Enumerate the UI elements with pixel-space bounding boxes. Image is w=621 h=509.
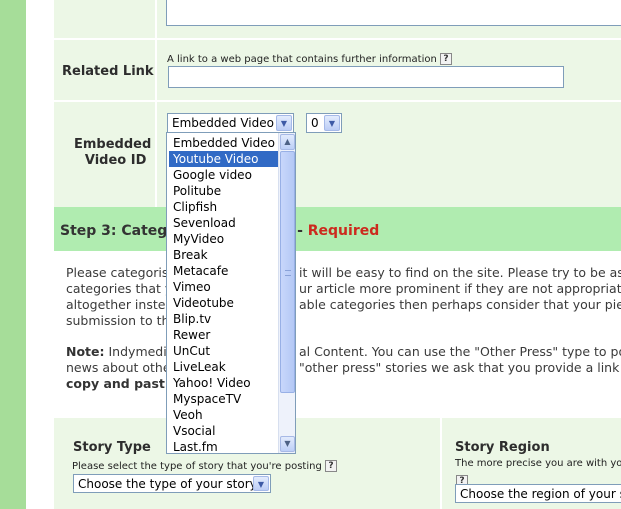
dropdown-option[interactable]: Videotube — [169, 295, 278, 311]
dropdown-option[interactable]: Vsocial — [169, 423, 278, 439]
embedded-video-label: Embedded Video ID — [74, 137, 151, 169]
dropdown-option[interactable]: Metacafe — [169, 263, 278, 279]
dropdown-option[interactable]: Politube — [169, 183, 278, 199]
note-text-a: Indymedia — [108, 344, 175, 359]
related-link-hint: A link to a web page that contains furth… — [167, 53, 452, 65]
embedded-video-label-line1: Embedded — [74, 137, 152, 152]
step3-dash: - — [297, 223, 303, 239]
row-divider — [54, 100, 621, 102]
note-line-1b: al Content. You can use the "Other Press… — [299, 344, 621, 359]
note-line-2a: news about other — [66, 360, 176, 375]
dropdown-option[interactable]: Sevenload — [169, 215, 278, 231]
dropdown-option[interactable]: LiveLeak — [169, 359, 278, 375]
story-region-hint: The more precise you are with you — [455, 458, 621, 469]
dropdown-option-highlighted[interactable]: Youtube Video — [169, 151, 278, 167]
dropdown-scrollbar[interactable]: ▲ ▼ — [278, 133, 295, 453]
story-type-hint-text: Please select the type of story that you… — [72, 461, 322, 472]
story-region-label: Story Region — [455, 440, 550, 455]
dropdown-option[interactable]: Blip.tv — [169, 311, 278, 327]
story-type-hint: Please select the type of story that you… — [72, 460, 337, 472]
story-type-label: Story Type — [73, 440, 151, 455]
note-line-1a: Note: Indymedia — [66, 344, 174, 359]
dropdown-option[interactable]: Rewer — [169, 327, 278, 343]
scroll-down-icon[interactable]: ▼ — [280, 436, 295, 452]
video-type-dropdown-list[interactable]: Embedded Video Youtube Video Google vide… — [166, 132, 296, 454]
story-region-select[interactable]: Choose the region of your st — [455, 484, 621, 503]
section-divider — [54, 416, 621, 418]
previous-textarea[interactable] — [166, 0, 621, 26]
left-sidebar-strip — [0, 0, 26, 509]
column-divider — [155, 0, 157, 207]
scroll-up-icon[interactable]: ▲ — [280, 134, 295, 150]
story-region-select-value: Choose the region of your st — [460, 487, 621, 501]
column-divider — [440, 418, 442, 509]
note-line-2b: "other press" stories we ask that you pr… — [299, 360, 621, 375]
help-icon[interactable]: ? — [440, 53, 452, 65]
dropdown-option[interactable]: UnCut — [169, 343, 278, 359]
required-label: Required — [307, 223, 380, 239]
grip-icon — [285, 270, 291, 276]
embedded-video-label-line2: Video ID — [84, 153, 147, 168]
instructions-line-1a: Please categoris — [66, 265, 169, 280]
video-count-select[interactable]: 0 ▼ — [306, 113, 342, 133]
video-count-select-value: 0 — [311, 116, 319, 130]
dropdown-option[interactable]: Google video — [169, 167, 278, 183]
instructions-line-2a: categories that y — [66, 281, 173, 296]
chevron-down-icon[interactable]: ▼ — [276, 115, 292, 131]
dropdown-option[interactable]: MyspaceTV — [169, 391, 278, 407]
related-link-input[interactable] — [168, 66, 564, 88]
note-label: Note: — [66, 344, 105, 359]
instructions-line-2b: ur article more prominent if they are no… — [299, 281, 621, 296]
related-link-hint-text: A link to a web page that contains furth… — [167, 54, 437, 65]
video-type-select-value: Embedded Video — [172, 116, 274, 130]
dropdown-option[interactable]: Break — [169, 247, 278, 263]
instructions-line-3b: able categories then perhaps consider th… — [299, 297, 621, 312]
dropdown-option[interactable]: MyVideo — [169, 231, 278, 247]
row-divider — [54, 38, 621, 40]
dropdown-option[interactable]: Veoh — [169, 407, 278, 423]
note-line-3: copy and past — [66, 376, 165, 391]
story-type-select[interactable]: Choose the type of your story ▼ — [73, 474, 271, 493]
related-link-label: Related Link — [62, 64, 154, 79]
instructions-line-4a: submission to the — [66, 313, 178, 328]
help-icon[interactable]: ? — [324, 460, 337, 472]
scrollbar-thumb[interactable] — [280, 151, 295, 393]
video-type-select[interactable]: Embedded Video ▼ — [167, 113, 294, 133]
step3-title: Step 3: Categ — [60, 223, 168, 239]
instructions-line-3a: altogether instea — [66, 297, 174, 312]
dropdown-option[interactable]: Yahoo! Video — [169, 375, 278, 391]
dropdown-option[interactable]: Vimeo — [169, 279, 278, 295]
chevron-down-icon[interactable]: ▼ — [253, 476, 269, 491]
chevron-down-icon[interactable]: ▼ — [324, 115, 340, 131]
dropdown-option[interactable]: Clipfish — [169, 199, 278, 215]
dropdown-option[interactable]: Embedded Video — [169, 135, 278, 151]
story-type-select-value: Choose the type of your story — [78, 477, 257, 491]
dropdown-option[interactable]: Last.fm — [169, 439, 278, 453]
instructions-line-1b: it will be easy to find on the site. Ple… — [299, 265, 621, 280]
